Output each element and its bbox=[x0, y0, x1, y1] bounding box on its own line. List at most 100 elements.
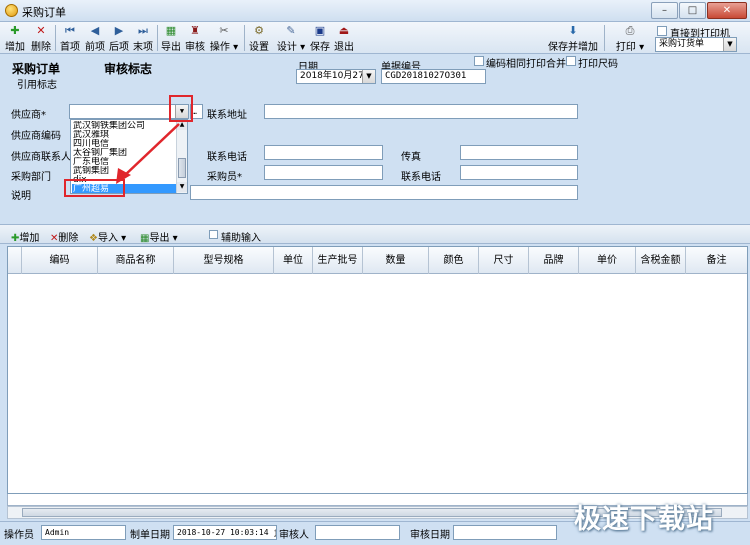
date-picker[interactable]: 2018年10月27日 ▼ bbox=[296, 69, 376, 84]
settings-icon: ⚙ bbox=[254, 24, 264, 37]
add-button[interactable]: ✚ 增加 bbox=[3, 23, 27, 53]
print-button[interactable]: ⎙ 打印 ▾ bbox=[614, 23, 646, 53]
detail-import-button[interactable]: ❖导入 ▾ bbox=[89, 229, 126, 244]
ref-flag-label: 引用标志 bbox=[17, 80, 57, 91]
delete-icon: ✕ bbox=[36, 24, 46, 37]
merge-print-label: 编码相同打印合并 bbox=[486, 59, 566, 70]
column-header[interactable]: 编码 bbox=[22, 247, 98, 274]
save-add-icon: ⬇ bbox=[568, 24, 578, 37]
toolbar-divider bbox=[604, 25, 605, 51]
grid-indicator-column bbox=[8, 247, 22, 274]
stamp-icon: ♜ bbox=[190, 24, 200, 37]
prev-icon: ◀ bbox=[90, 24, 100, 37]
delete-button[interactable]: ✕ 删除 bbox=[29, 23, 53, 53]
supplier-code-label: 供应商编码 bbox=[11, 131, 61, 142]
import-icon: ❖ bbox=[89, 233, 98, 244]
excel-icon: ▦ bbox=[165, 24, 177, 37]
toolbar-divider bbox=[55, 25, 56, 51]
column-header[interactable]: 备注 bbox=[686, 247, 747, 274]
assist-input-checkbox[interactable] bbox=[209, 230, 218, 239]
audit-button[interactable]: ♜ 审核 bbox=[183, 23, 207, 53]
contact-phone2-field[interactable] bbox=[460, 165, 578, 180]
make-date-value: 2018-10-27 10:03:14 ji bbox=[173, 525, 277, 540]
window-title: 采购订单 bbox=[22, 6, 66, 19]
print-size-checkbox[interactable] bbox=[566, 56, 576, 66]
design-button[interactable]: ✎ 设计 ▾ bbox=[276, 23, 306, 53]
scroll-thumb[interactable] bbox=[178, 158, 186, 178]
detail-grid[interactable]: 编码 商品名称 型号规格 单位 生产批号 数量 颜色 尺寸 品牌 单价 含税金额… bbox=[7, 246, 748, 494]
highlight-dropdown-button bbox=[169, 95, 193, 122]
chevron-down-icon: ▼ bbox=[362, 70, 375, 83]
window-controls: – □ ✕ bbox=[651, 2, 747, 19]
column-header[interactable]: 含税金额 bbox=[636, 247, 686, 274]
exit-icon: ⏏ bbox=[338, 24, 350, 37]
make-date-label: 制单日期 bbox=[130, 530, 170, 541]
column-header[interactable]: 颜色 bbox=[429, 247, 479, 274]
last-button[interactable]: ⏭ 末项 bbox=[131, 23, 155, 53]
buyer-field[interactable] bbox=[264, 165, 383, 180]
settings-button[interactable]: ⚙ 设置 bbox=[247, 23, 271, 53]
column-header[interactable]: 单价 bbox=[579, 247, 636, 274]
buyer-label: 采购员* bbox=[207, 172, 242, 183]
supplier-contact-label: 供应商联系人 bbox=[11, 152, 71, 163]
auditor-label: 审核人 bbox=[279, 530, 309, 541]
next-button[interactable]: ▶ 后项 bbox=[107, 23, 131, 53]
column-header[interactable]: 型号规格 bbox=[174, 247, 274, 274]
scroll-down-icon[interactable]: ▼ bbox=[177, 182, 187, 192]
operate-button[interactable]: ✂ 操作 ▾ bbox=[209, 23, 239, 53]
note-label: 说明 bbox=[11, 191, 31, 202]
first-icon: ⏮ bbox=[65, 24, 75, 37]
minimize-button[interactable]: – bbox=[651, 2, 678, 19]
operator-value: Admin bbox=[41, 525, 126, 540]
note-field[interactable] bbox=[190, 185, 578, 200]
column-header[interactable]: 数量 bbox=[363, 247, 429, 274]
dept-label: 采购部门 bbox=[11, 172, 51, 183]
dropdown-scrollbar[interactable]: ▲ ▼ bbox=[176, 120, 187, 193]
main-toolbar: ✚ 增加 ✕ 删除 ⏮ 首项 ◀ 前项 ▶ 后项 ⏭ 末项 ▦ 导出 ♜ 审核 ✂ 操作 ▾ ⚙ 设… bbox=[0, 22, 750, 54]
add-icon: ✚ bbox=[10, 24, 20, 37]
auditor-value bbox=[315, 525, 400, 540]
app-icon bbox=[5, 4, 18, 17]
watermark-logo: 极速下载站 bbox=[574, 504, 714, 535]
toolbar-divider bbox=[157, 25, 158, 51]
export-button[interactable]: ▦ 导出 bbox=[159, 23, 183, 53]
print-template-select[interactable]: 采购订货单 ▼ bbox=[655, 37, 737, 52]
page-title: 采购订单 bbox=[12, 62, 61, 76]
direct-print-checkbox[interactable] bbox=[657, 26, 667, 36]
first-button[interactable]: ⏮ 首项 bbox=[58, 23, 82, 53]
printer-icon: ⎙ bbox=[625, 24, 635, 37]
detail-delete-button[interactable]: ✕删除 bbox=[50, 229, 78, 244]
toolbar-divider bbox=[244, 25, 245, 51]
exit-button[interactable]: ⏏ 退出 bbox=[332, 23, 356, 53]
design-icon: ✎ bbox=[286, 24, 296, 37]
save-and-add-button[interactable]: ⬇ 保存并增加 bbox=[548, 23, 598, 53]
contact-phone2-label: 联系电话 bbox=[401, 172, 441, 183]
prev-button[interactable]: ◀ 前项 bbox=[83, 23, 107, 53]
contact-addr-field[interactable] bbox=[264, 104, 578, 119]
save-icon: ▣ bbox=[314, 24, 326, 37]
supplier-label: 供应商* bbox=[11, 110, 46, 121]
detail-export-button[interactable]: ▦导出 ▾ bbox=[140, 229, 178, 244]
column-header[interactable]: 品牌 bbox=[529, 247, 579, 274]
contact-phone-label: 联系电话 bbox=[207, 152, 247, 163]
contact-addr-label: 联系地址 bbox=[207, 110, 247, 121]
last-icon: ⏭ bbox=[138, 24, 148, 37]
operator-label: 操作员 bbox=[4, 530, 34, 541]
detail-add-button[interactable]: ✚增加 bbox=[11, 229, 39, 244]
audit-date-label: 审核日期 bbox=[410, 530, 450, 541]
grid-header: 编码 商品名称 型号规格 单位 生产批号 数量 颜色 尺寸 品牌 单价 含税金额… bbox=[8, 247, 747, 274]
fax-label: 传真 bbox=[401, 152, 421, 163]
detail-toolbar: ✚增加 ✕删除 ❖导入 ▾ ▦导出 ▾ 辅助输入 bbox=[0, 224, 750, 244]
contact-phone-field[interactable] bbox=[264, 145, 383, 160]
merge-print-checkbox[interactable] bbox=[474, 56, 484, 66]
fax-field[interactable] bbox=[460, 145, 578, 160]
column-header[interactable]: 尺寸 bbox=[479, 247, 529, 274]
close-button[interactable]: ✕ bbox=[707, 2, 747, 19]
save-button[interactable]: ▣ 保存 bbox=[308, 23, 332, 53]
column-header[interactable]: 商品名称 bbox=[98, 247, 174, 274]
maximize-button[interactable]: □ bbox=[679, 2, 706, 19]
doc-no-field[interactable]: CGD20181027O301 bbox=[381, 69, 486, 84]
tools-icon: ✂ bbox=[219, 24, 229, 37]
column-header[interactable]: 生产批号 bbox=[313, 247, 363, 274]
column-header[interactable]: 单位 bbox=[274, 247, 313, 274]
